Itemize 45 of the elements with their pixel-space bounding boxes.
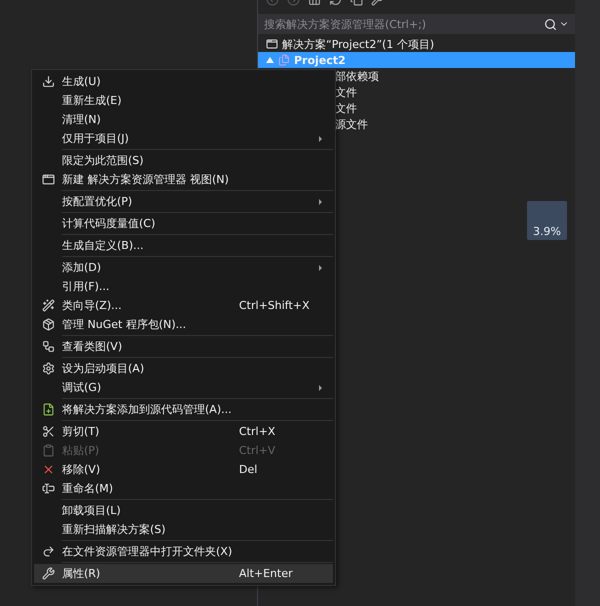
rename-icon — [42, 482, 54, 495]
menu-item[interactable]: 按配置优化(P) — [34, 192, 333, 211]
package-icon — [42, 318, 54, 331]
menu-item[interactable]: 将解决方案添加到源代码管理(A)... — [34, 400, 333, 419]
menu-item[interactable]: 重新生成(E) — [34, 91, 333, 110]
menu-item[interactable]: 添加(D) — [34, 258, 333, 277]
menu-item[interactable]: 限定为此范围(S) — [34, 151, 333, 170]
expander-icon[interactable] — [266, 57, 274, 63]
search-field[interactable]: 搜索解决方案资源管理器(Ctrl+;) — [258, 14, 575, 34]
window-icon — [42, 173, 54, 186]
menu-item[interactable]: 移除(V) Del — [34, 460, 333, 479]
search-icon[interactable] — [544, 18, 557, 30]
menu-item[interactable]: 生成自定义(B)... — [34, 236, 333, 255]
wrench-icon — [42, 567, 54, 580]
menu-item[interactable]: 计算代码度量值(C) — [34, 214, 333, 233]
curved-arrow-icon — [42, 545, 54, 558]
close-icon — [42, 463, 54, 476]
build-icon — [42, 75, 54, 88]
menu-item[interactable]: 设为启动项目(A) — [34, 359, 333, 378]
menu-item[interactable]: 仅用于项目(J) — [34, 129, 333, 148]
menu-item[interactable]: 管理 NuGet 程序包(N)... — [34, 315, 333, 334]
menu-item[interactable]: 生成(U) — [34, 72, 333, 91]
clipboard-icon — [42, 444, 54, 457]
menu-item[interactable]: 类向导(Z)... Ctrl+Shift+X — [34, 296, 333, 315]
tree-item[interactable]: 解决方案“Project2”(1 个项目) — [258, 36, 575, 52]
menu-item[interactable]: 属性(R) Alt+Enter — [34, 564, 333, 583]
menu-item[interactable]: 调试(G) — [34, 378, 333, 397]
menu-item[interactable]: 在文件资源管理器中打开文件夹(X) — [34, 542, 333, 561]
scissors-icon — [42, 425, 54, 438]
menu-item[interactable]: 剪切(T) Ctrl+X — [34, 422, 333, 441]
menu-item[interactable]: 查看类图(V) — [34, 337, 333, 356]
settings-icon — [42, 362, 54, 375]
diagram-icon — [42, 340, 54, 353]
solution-icon — [266, 38, 278, 50]
menu-item[interactable]: 卸载项目(L) — [34, 501, 333, 520]
search-input[interactable]: 搜索解决方案资源管理器(Ctrl+;) — [264, 18, 542, 30]
wand-icon — [42, 299, 54, 312]
menu-item[interactable]: 新建 解决方案资源管理器 视图(N) — [34, 170, 333, 189]
menu-item[interactable]: 重新扫描解决方案(S) — [34, 520, 333, 539]
menu-item[interactable]: 引用(F)... — [34, 277, 333, 296]
percentage-badge: 3.9% — [527, 201, 567, 240]
file-plus-icon — [42, 403, 54, 416]
menu-item[interactable]: 清理(N) — [34, 110, 333, 129]
menu-item[interactable]: 重命名(M) — [34, 479, 333, 498]
project-icon — [278, 54, 290, 66]
